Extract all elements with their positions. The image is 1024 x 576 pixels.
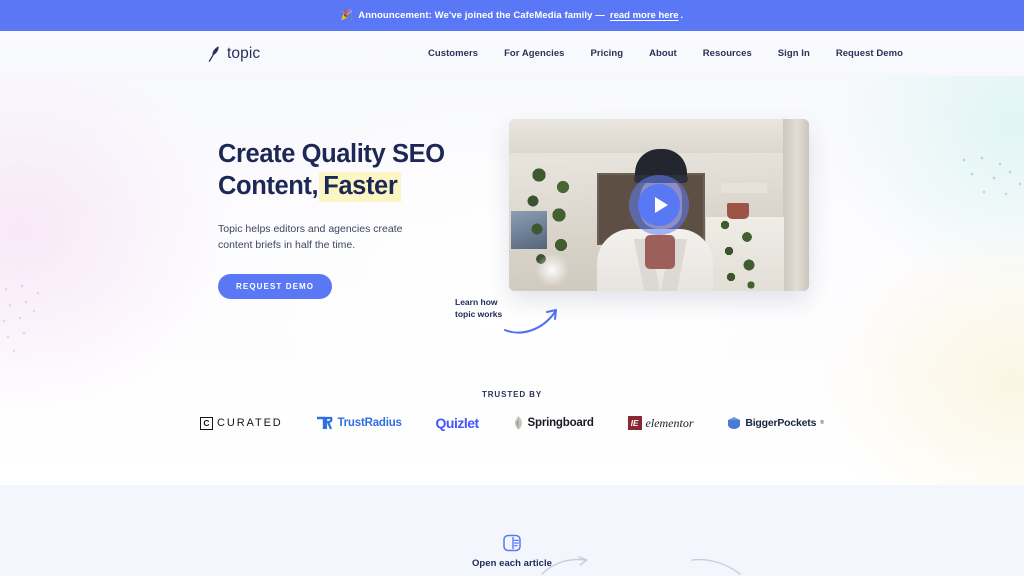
play-triangle xyxy=(654,197,668,213)
video-vine-plant xyxy=(717,215,761,291)
annotation-line1: Learn how xyxy=(455,297,498,307)
announcement-text: Announcement: We've joined the CafeMedia… xyxy=(358,10,605,21)
quizlet-text: Quizlet xyxy=(435,415,480,431)
logo-curated: C CURATED xyxy=(200,416,283,430)
nav-link-customers[interactable]: Customers xyxy=(428,48,478,59)
trustradius-mark-icon xyxy=(317,416,333,429)
play-button[interactable] xyxy=(629,175,689,235)
hero-heading-highlight: Faster xyxy=(319,172,402,202)
logo-trustradius: TrustRadius xyxy=(316,416,402,431)
trusted-by-logos: C CURATED TrustRadius Quizlet Springboar… xyxy=(200,410,824,436)
nav-link-sign-in[interactable]: Sign In xyxy=(778,48,810,59)
page-root: 🎉 Announcement: We've joined the CafeMed… xyxy=(0,0,1024,576)
hero-content: Create Quality SEO Content, Faster Topic … xyxy=(218,138,488,299)
video-curtain xyxy=(783,119,809,291)
biggerpockets-mark-icon xyxy=(728,416,741,429)
nav-links: Customers For Agencies Pricing About Res… xyxy=(428,48,903,59)
curated-text: CURATED xyxy=(217,417,283,429)
curated-mark: C xyxy=(200,416,213,430)
party-popper-emoji: 🎉 xyxy=(340,9,354,21)
page-title: Create Quality SEO Content, Faster xyxy=(218,138,488,202)
logo-springboard: Springboard xyxy=(513,415,594,431)
hero-heading-line2: Content, xyxy=(218,172,319,200)
how-it-works-step-label: Open each article xyxy=(471,558,553,569)
play-icon xyxy=(638,184,680,226)
video-upper-shelf xyxy=(721,183,767,193)
video-ceiling xyxy=(509,119,809,153)
nav-link-pricing[interactable]: Pricing xyxy=(591,48,624,59)
biggerpockets-tm: ® xyxy=(820,420,824,426)
hero-heading-line1: Create Quality SEO xyxy=(218,140,445,168)
decorative-dots-left xyxy=(2,284,40,353)
logo[interactable]: topic xyxy=(208,45,260,63)
hero-subtext: Topic helps editors and agencies create … xyxy=(218,223,403,251)
main-navigation: topic Customers For Agencies Pricing Abo… xyxy=(0,31,1024,76)
biggerpockets-text: BiggerPockets xyxy=(745,417,817,429)
annotation-line2: topic works xyxy=(455,308,503,319)
elementor-text: elementor xyxy=(645,415,694,430)
logo-biggerpockets: BiggerPockets ® xyxy=(727,416,824,430)
logo-text: topic xyxy=(227,44,261,62)
article-window-icon xyxy=(503,534,521,552)
hero-video-thumbnail[interactable] xyxy=(509,119,809,291)
trusted-by-label: TRUSTED BY xyxy=(481,390,543,399)
decorative-dots-right xyxy=(962,156,1022,196)
nav-link-resources[interactable]: Resources xyxy=(703,48,752,59)
video-person-neck xyxy=(645,235,675,269)
nav-link-about[interactable]: About xyxy=(649,48,677,59)
announcement-read-more-link[interactable]: read more here xyxy=(610,10,679,21)
request-demo-button[interactable]: REQUEST DEMO xyxy=(218,274,333,299)
springboard-text: Springboard xyxy=(527,417,594,429)
curved-arrow-icon xyxy=(504,309,557,334)
trustradius-text: TrustRadius xyxy=(337,417,402,429)
video-annotation: Learn how topic works xyxy=(455,297,565,337)
announcement-bar: 🎉 Announcement: We've joined the CafeMed… xyxy=(0,0,1024,31)
how-it-works-step: Open each article xyxy=(0,533,1024,569)
nav-link-request-demo[interactable]: Request Demo xyxy=(836,48,903,59)
logo-quizlet: Quizlet xyxy=(435,415,480,431)
announcement-period: . xyxy=(680,10,684,21)
nav-link-for-agencies[interactable]: For Agencies xyxy=(504,48,564,59)
feather-quill-icon xyxy=(208,46,219,62)
elementor-mark: IE xyxy=(627,416,642,430)
video-window-light xyxy=(535,253,569,287)
logo-elementor: IE elementor xyxy=(627,415,694,431)
springboard-mark-icon xyxy=(514,416,522,430)
